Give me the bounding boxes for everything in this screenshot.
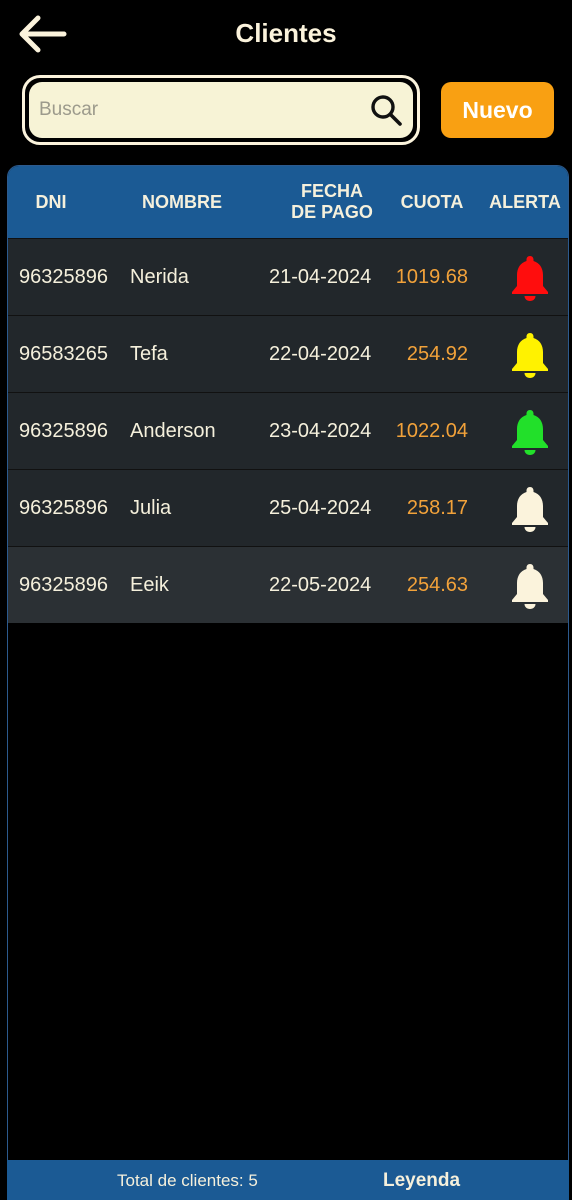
table-body: 96325896 Nerida 21-04-2024 1019.68 96583… bbox=[8, 238, 568, 623]
search-input[interactable] bbox=[39, 82, 359, 138]
page-title: Clientes bbox=[235, 18, 337, 48]
cell-cuota: 254.63 bbox=[406, 574, 468, 596]
column-header-fecha[interactable]: FECHA DE PAGO bbox=[270, 166, 394, 238]
cell-dni: 96583265 bbox=[19, 343, 108, 365]
table-row[interactable]: 96325896 Eeik 22-05-2024 254.63 bbox=[8, 546, 568, 623]
bell-icon bbox=[512, 255, 548, 301]
cell-fecha: 25-04-2024 bbox=[269, 497, 372, 519]
column-header-fecha-line1: FECHA bbox=[301, 181, 363, 201]
cell-nombre: Julia bbox=[130, 497, 172, 519]
cell-fecha: 22-04-2024 bbox=[269, 343, 372, 365]
search-field-container bbox=[29, 82, 413, 138]
cell-alerta[interactable] bbox=[508, 547, 552, 624]
cell-fecha: 23-04-2024 bbox=[269, 420, 372, 442]
table-row[interactable]: 96325896 Anderson 23-04-2024 1022.04 bbox=[8, 392, 568, 469]
bell-icon bbox=[512, 486, 548, 532]
clients-screen: Clientes Nuevo DNI NOMBRE FECHA DE PAGO … bbox=[0, 0, 572, 1200]
cell-alerta[interactable] bbox=[508, 316, 552, 393]
table-row[interactable]: 96325896 Nerida 21-04-2024 1019.68 bbox=[8, 238, 568, 315]
new-client-button[interactable]: Nuevo bbox=[441, 82, 554, 138]
bell-icon bbox=[512, 563, 548, 609]
column-header-alerta[interactable]: ALERTA bbox=[482, 166, 568, 238]
total-clients-label: Total de clientes: 5 bbox=[117, 1171, 258, 1190]
cell-dni: 96325896 bbox=[19, 420, 108, 442]
bell-icon bbox=[512, 409, 548, 455]
cell-cuota: 258.17 bbox=[406, 497, 468, 519]
cell-nombre: Tefa bbox=[130, 343, 168, 365]
table-row[interactable]: 96325896 Julia 25-04-2024 258.17 bbox=[8, 469, 568, 546]
cell-alerta[interactable] bbox=[508, 393, 552, 470]
cell-dni: 96325896 bbox=[19, 497, 108, 519]
cell-cuota: 254.92 bbox=[406, 343, 468, 365]
cell-nombre: Nerida bbox=[130, 266, 189, 288]
bell-icon bbox=[512, 332, 548, 378]
cell-dni: 96325896 bbox=[19, 574, 108, 596]
cell-alerta[interactable] bbox=[508, 239, 552, 316]
search-box bbox=[22, 75, 420, 145]
cell-cuota: 1022.04 bbox=[395, 420, 468, 442]
clients-table: DNI NOMBRE FECHA DE PAGO CUOTA ALERTA 96… bbox=[7, 165, 569, 1200]
cell-fecha: 21-04-2024 bbox=[269, 266, 372, 288]
column-header-dni[interactable]: DNI bbox=[8, 166, 94, 238]
cell-nombre: Anderson bbox=[130, 420, 216, 442]
cell-alerta[interactable] bbox=[508, 470, 552, 547]
column-header-cuota[interactable]: CUOTA bbox=[392, 166, 472, 238]
app-header: Clientes bbox=[0, 0, 572, 70]
legend-button[interactable]: Leyenda bbox=[383, 1170, 460, 1192]
table-row[interactable]: 96583265 Tefa 22-04-2024 254.92 bbox=[8, 315, 568, 392]
cell-nombre: Eeik bbox=[130, 574, 169, 596]
search-icon[interactable] bbox=[369, 93, 403, 127]
cell-cuota: 1019.68 bbox=[395, 266, 468, 288]
cell-fecha: 22-05-2024 bbox=[269, 574, 372, 596]
column-header-nombre[interactable]: NOMBRE bbox=[124, 166, 240, 238]
cell-dni: 96325896 bbox=[19, 266, 108, 288]
table-header: DNI NOMBRE FECHA DE PAGO CUOTA ALERTA bbox=[8, 166, 568, 238]
column-header-fecha-line2: DE PAGO bbox=[291, 202, 373, 222]
table-footer: Total de clientes: 5 Leyenda bbox=[7, 1160, 569, 1200]
